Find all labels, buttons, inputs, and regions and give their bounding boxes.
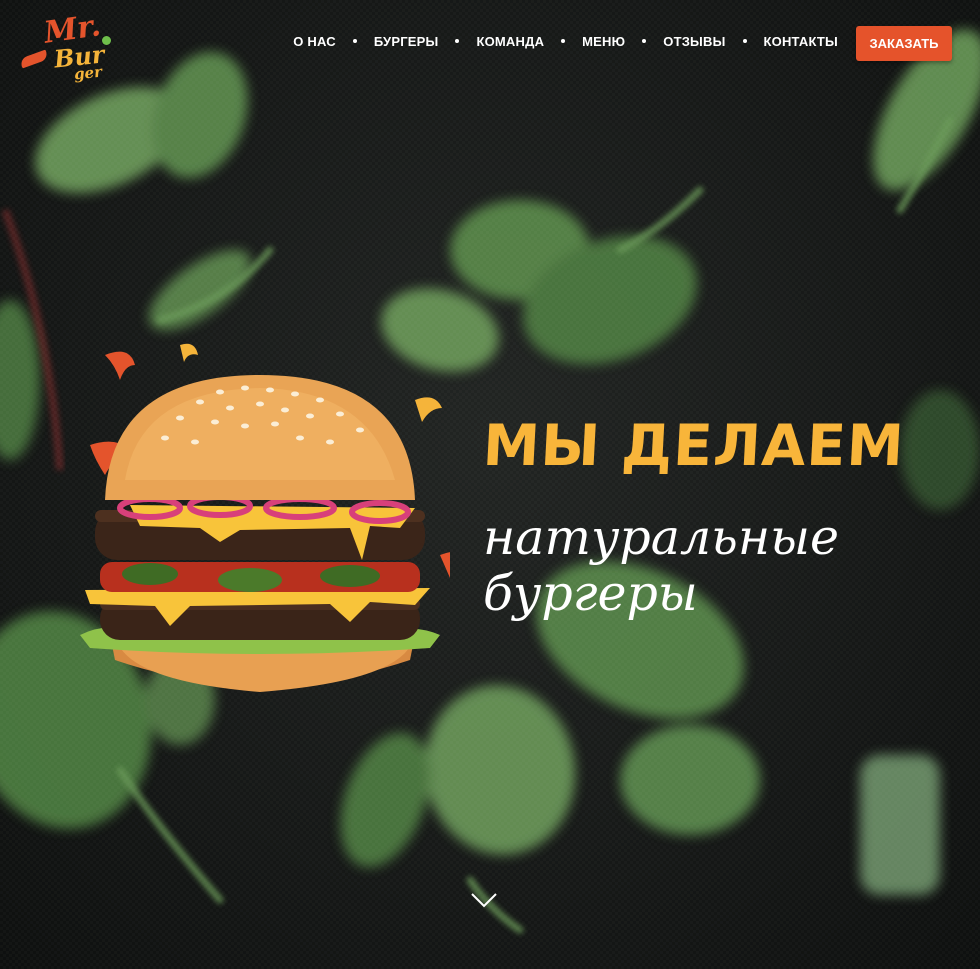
- main-nav: О НАС БУРГЕРЫ КОМАНДА МЕНЮ ОТЗЫВЫ КОНТАК…: [293, 32, 838, 50]
- burger-image: [80, 343, 450, 692]
- top-navigation: Mr. Bur ger О НАС БУРГЕРЫ КОМАНДА МЕНЮ О…: [0, 0, 980, 90]
- logo-flame-icon: [19, 49, 49, 69]
- hero-title: МЫ ДЕЛАЕМ: [481, 413, 907, 479]
- nav-separator: [742, 39, 747, 43]
- chevron-down-icon[interactable]: [470, 890, 498, 910]
- logo-line-3: ger: [73, 62, 103, 84]
- nav-separator: [642, 39, 647, 43]
- nav-item-reviews[interactable]: ОТЗЫВЫ: [663, 34, 725, 49]
- hero-subtitle: натуральные бургеры: [483, 509, 840, 622]
- nav-item-menu[interactable]: МЕНЮ: [582, 34, 625, 49]
- nav-separator: [352, 39, 357, 43]
- nav-separator: [561, 39, 566, 43]
- nav-item-burgers[interactable]: БУРГЕРЫ: [374, 34, 439, 49]
- nav-item-contacts[interactable]: КОНТАКТЫ: [764, 34, 838, 49]
- hero-headline: МЫ ДЕЛАЕМ натуральные бургеры: [481, 412, 923, 622]
- brand-logo[interactable]: Mr. Bur ger: [18, 8, 118, 90]
- nav-separator: [455, 39, 460, 43]
- order-button[interactable]: ЗАКАЗАТЬ: [856, 26, 952, 61]
- nav-item-team[interactable]: КОМАНДА: [476, 34, 544, 49]
- logo-dot-icon: [102, 36, 111, 45]
- nav-item-about[interactable]: О НАС: [293, 34, 336, 49]
